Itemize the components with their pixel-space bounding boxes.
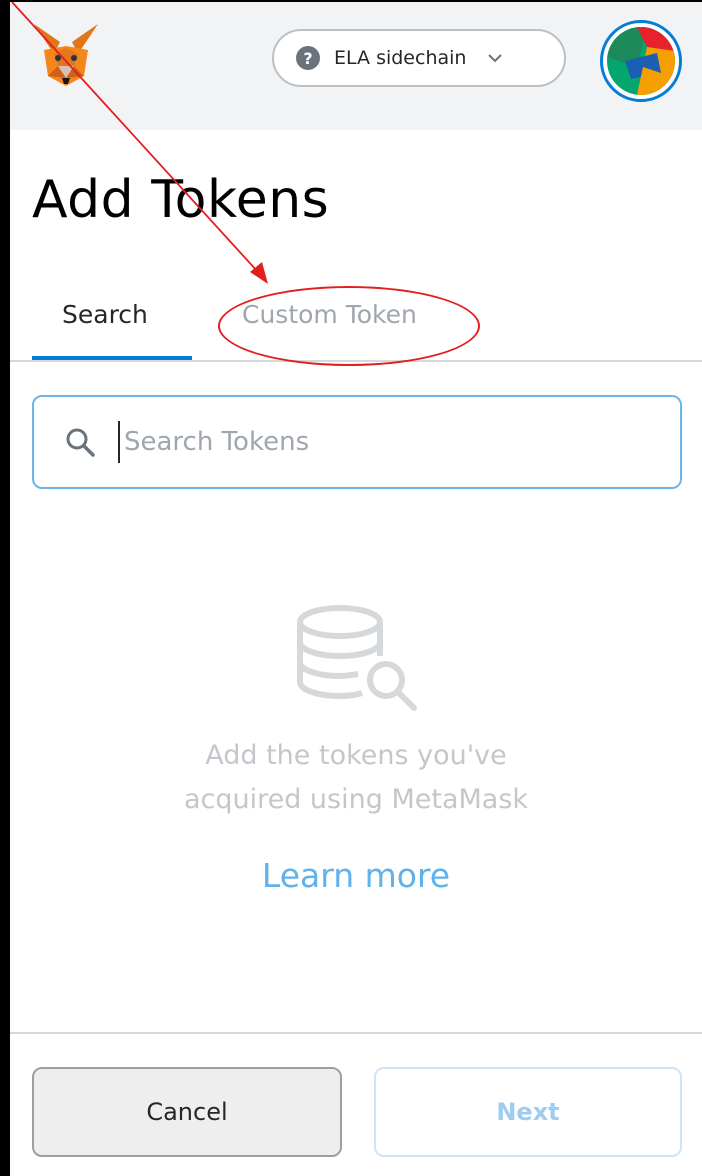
tab-search[interactable]: Search xyxy=(62,300,148,329)
network-name: ELA sidechain xyxy=(334,47,467,69)
account-identicon xyxy=(607,27,675,95)
window-left-border xyxy=(0,0,10,1176)
search-box xyxy=(32,395,682,489)
metamask-fox-icon[interactable] xyxy=(30,20,102,92)
question-circle-icon: ? xyxy=(296,46,320,70)
footer-divider xyxy=(10,1032,702,1034)
search-input[interactable] xyxy=(118,421,646,463)
account-avatar[interactable] xyxy=(600,20,682,102)
next-button[interactable]: Next xyxy=(374,1067,682,1157)
app-header: ? ELA sidechain xyxy=(10,2,702,130)
search-icon xyxy=(66,428,95,457)
cancel-button[interactable]: Cancel xyxy=(32,1067,342,1157)
empty-state-line-2: acquired using MetaMask xyxy=(183,784,529,815)
chevron-down-icon xyxy=(488,54,503,63)
learn-more-link[interactable]: Learn more xyxy=(10,856,702,895)
page-title: Add Tokens xyxy=(32,170,330,230)
network-selector[interactable]: ? ELA sidechain xyxy=(272,29,566,87)
coin-stack-search-icon xyxy=(297,605,417,711)
empty-state-line-1: Add the tokens you've xyxy=(205,740,507,771)
annotation-ellipse xyxy=(218,286,480,366)
empty-state-message: Add the tokens you've acquired using Met… xyxy=(10,734,702,822)
